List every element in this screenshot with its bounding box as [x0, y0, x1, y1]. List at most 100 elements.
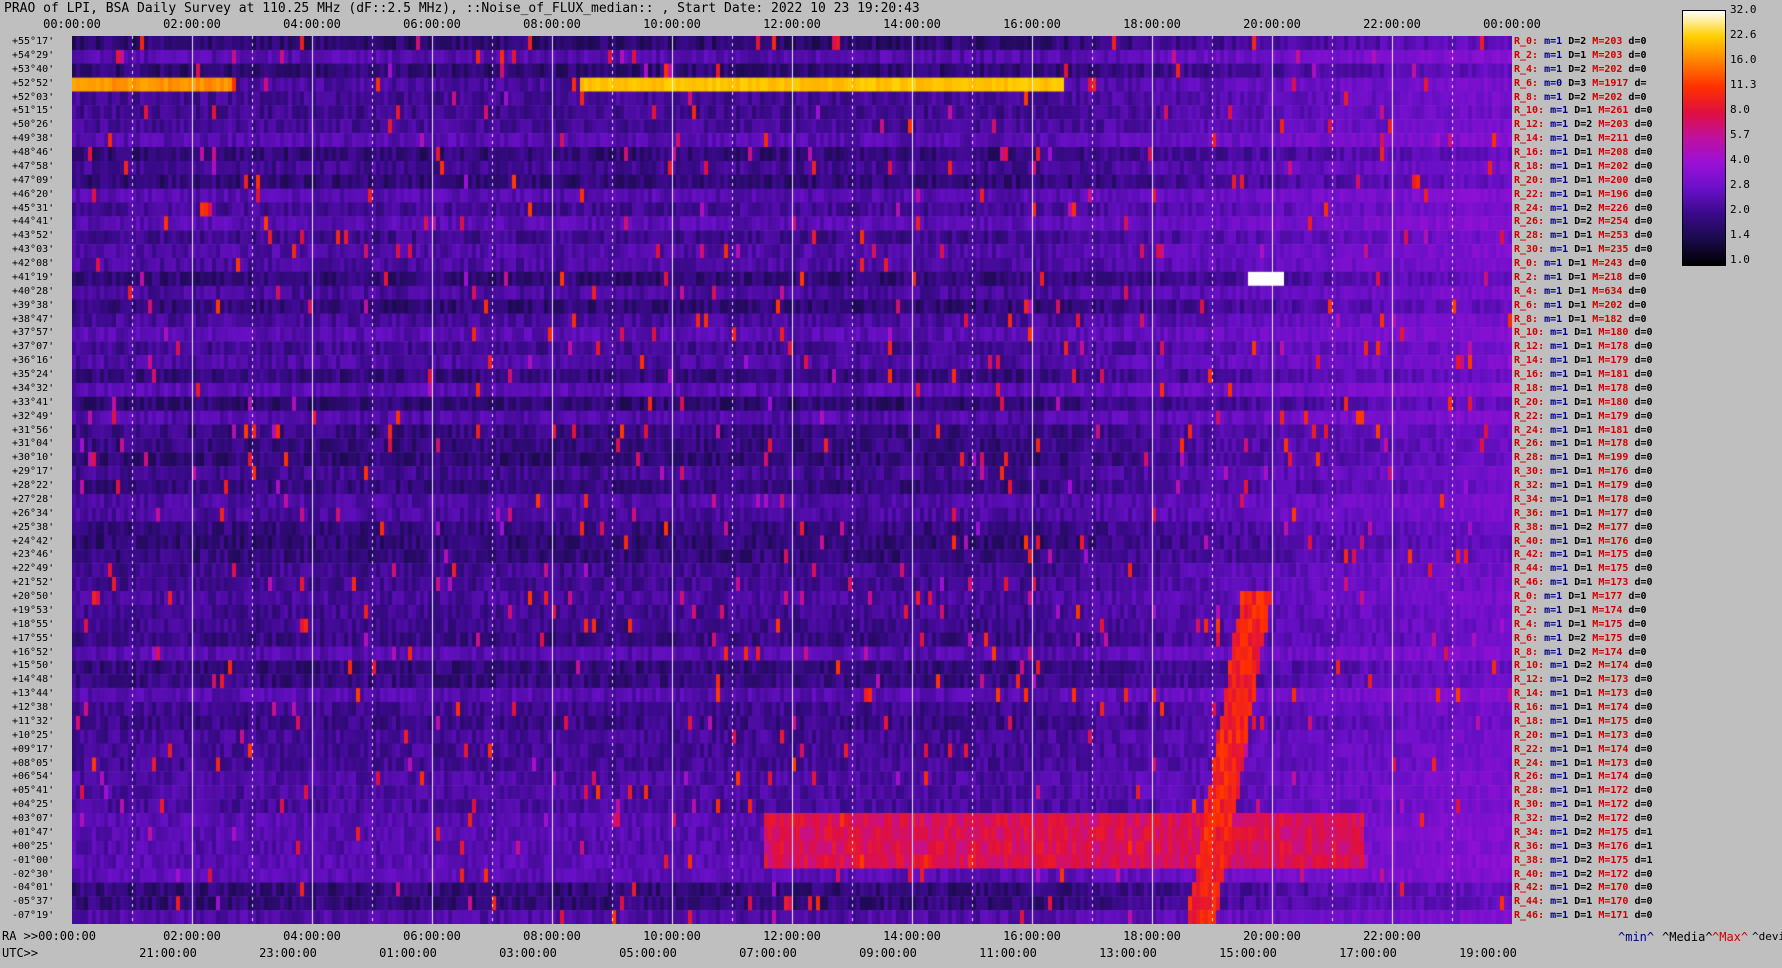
x-tick-ra: 16:00:00 [1003, 929, 1061, 943]
y-tick-dec: +38°47' [12, 313, 55, 325]
x-tick-top: 08:00:00 [523, 17, 581, 31]
colorbar-tick: 5.7 [1730, 128, 1750, 141]
row-stat: R_38: m=1 D=2 M=175 d=1 [1514, 854, 1653, 866]
y-tick-dec: +35°24' [12, 369, 55, 380]
row-stat: R_22: m=1 D=1 M=179 d=0 [1514, 410, 1653, 422]
x-tick-ra: RA >>00:00:00 [2, 929, 96, 943]
x-tick-ra: 22:00:00 [1363, 929, 1421, 943]
row-stat: R_12: m=1 D=2 M=173 d=0 [1514, 674, 1653, 686]
row-stat: R_26: m=1 D=2 M=254 d=0 [1514, 216, 1653, 228]
y-tick-dec: +28°22' [12, 480, 55, 491]
y-tick-dec: +37°07' [12, 341, 55, 353]
row-stat: R_44: m=1 D=1 M=175 d=0 [1514, 563, 1653, 575]
row-stat: R_36: m=1 D=1 M=177 d=0 [1514, 507, 1653, 519]
row-stat: R_28: m=1 D=1 M=172 d=0 [1514, 785, 1653, 797]
y-tick-dec: +37°57' [12, 327, 55, 339]
y-tick-dec: +39°38' [12, 299, 55, 311]
x-tick-ra: 18:00:00 [1123, 929, 1181, 943]
y-tick-dec: +22°49' [12, 563, 55, 575]
row-stat: R_24: m=1 D=1 M=173 d=0 [1514, 757, 1653, 769]
y-tick-dec: +09°17' [12, 743, 55, 755]
legend-median: ^Media^ [1662, 930, 1713, 944]
y-tick-dec: +32°49' [12, 410, 55, 422]
colorbar-tick: 22.6 [1730, 28, 1757, 41]
y-tick-dec: -05°37' [12, 896, 55, 908]
x-tick-top: 22:00:00 [1363, 17, 1421, 31]
x-tick-top: 10:00:00 [643, 17, 701, 31]
y-tick-dec: +29°17' [12, 466, 55, 478]
x-tick-utc: UTC>> [2, 946, 39, 960]
legend-min: ^min^ [1618, 930, 1655, 944]
row-stat: R_12: m=1 D=1 M=178 d=0 [1514, 341, 1653, 353]
row-stat: R_6: m=0 D=3 M=1917 d= [1514, 77, 1647, 89]
row-stat: R_2: m=1 D=1 M=174 d=0 [1514, 604, 1647, 616]
y-tick-dec: +41°19' [12, 271, 55, 283]
row-stat: R_10: m=1 D=1 M=261 d=0 [1514, 105, 1653, 117]
x-tick-utc: 15:00:00 [1219, 946, 1277, 960]
x-tick-ra: 08:00:00 [523, 929, 581, 943]
colorbar-tick: 32.0 [1730, 3, 1757, 16]
y-tick-dec: +49°38' [12, 133, 55, 145]
colorbar-tick: 8.0 [1730, 103, 1750, 116]
x-tick-utc: 17:00:00 [1339, 946, 1397, 960]
row-stat: R_26: m=1 D=1 M=178 d=0 [1514, 438, 1653, 450]
x-tick-utc: 13:00:00 [1099, 946, 1157, 960]
y-tick-dec: +04°25' [12, 799, 55, 811]
row-stat: R_0: m=1 D=1 M=243 d=0 [1514, 258, 1647, 269]
row-stat: R_8: m=1 D=1 M=182 d=0 [1514, 313, 1647, 325]
x-tick-top: 02:00:00 [163, 17, 221, 31]
row-stat: R_2: m=1 D=1 M=203 d=0 [1514, 49, 1647, 61]
y-tick-dec: +33°41' [12, 396, 55, 408]
row-stat: R_18: m=1 D=1 M=175 d=0 [1514, 715, 1653, 727]
x-tick-top: 00:00:00 [1483, 17, 1541, 31]
colorbar-tick: 2.0 [1730, 203, 1750, 216]
colorbar-tick: 1.4 [1730, 228, 1750, 241]
row-stat: R_42: m=1 D=1 M=175 d=0 [1514, 549, 1653, 561]
row-stat: R_26: m=1 D=1 M=174 d=0 [1514, 771, 1653, 783]
x-tick-ra: 14:00:00 [883, 929, 941, 943]
y-tick-dec: -01°00' [12, 854, 55, 866]
y-tick-dec: +25°38' [12, 521, 55, 533]
y-tick-dec: +11°32' [12, 715, 55, 727]
row-stat: R_4: m=1 D=1 M=175 d=0 [1514, 618, 1647, 630]
y-tick-dec: -04°01' [12, 882, 55, 894]
row-stat: R_6: m=1 D=2 M=175 d=0 [1514, 632, 1647, 644]
x-tick-utc: 01:00:00 [379, 946, 437, 960]
row-stat: R_14: m=1 D=1 M=179 d=0 [1514, 355, 1653, 367]
chart-title: PRAO of LPI, BSA Daily Survey at 110.25 … [4, 1, 920, 16]
colorbar [1682, 10, 1726, 266]
row-stat: R_12: m=1 D=2 M=203 d=0 [1514, 119, 1653, 131]
row-stat: R_18: m=1 D=1 M=178 d=0 [1514, 382, 1653, 394]
y-tick-dec: +44°41' [12, 216, 55, 228]
y-tick-dec: +08°05' [12, 757, 55, 769]
x-tick-ra: 10:00:00 [643, 929, 701, 943]
colorbar-tick: 1.0 [1730, 253, 1750, 266]
y-tick-dec: +15°50' [12, 660, 55, 672]
x-tick-utc: 09:00:00 [859, 946, 917, 960]
x-tick-top: 16:00:00 [1003, 17, 1061, 31]
y-tick-dec: +47°58' [12, 160, 55, 172]
y-tick-dec: +36°16' [12, 355, 55, 367]
row-stat: R_40: m=1 D=2 M=172 d=0 [1514, 868, 1653, 880]
row-stat: R_20: m=1 D=1 M=180 d=0 [1514, 396, 1653, 408]
legend-dev: ^devia^ [1752, 930, 1782, 943]
x-tick-top: 12:00:00 [763, 17, 821, 31]
y-tick-dec: +24°42' [12, 535, 55, 547]
row-stat: R_20: m=1 D=1 M=173 d=0 [1514, 729, 1653, 741]
y-tick-dec: +43°52' [12, 230, 55, 242]
row-stat: R_0: m=1 D=1 M=177 d=0 [1514, 591, 1647, 602]
y-tick-dec: +10°25' [12, 729, 55, 741]
row-stat: R_38: m=1 D=2 M=177 d=0 [1514, 521, 1653, 533]
y-tick-dec: +48°46' [12, 147, 55, 158]
y-tick-dec: +50°26' [12, 119, 55, 131]
colorbar-tick: 11.3 [1730, 78, 1757, 91]
row-stat: R_34: m=1 D=1 M=178 d=0 [1514, 493, 1653, 505]
row-stat: R_22: m=1 D=1 M=174 d=0 [1514, 743, 1653, 755]
y-tick-dec: +17°55' [12, 632, 55, 644]
y-tick-dec: +40°28' [12, 285, 55, 297]
row-stat: R_4: m=1 D=1 M=634 d=0 [1514, 285, 1647, 297]
row-stat: R_34: m=1 D=2 M=175 d=1 [1514, 826, 1653, 838]
row-stat: R_30: m=1 D=1 M=235 d=0 [1514, 244, 1653, 256]
y-tick-dec: +26°34' [12, 507, 55, 519]
x-tick-ra: 02:00:00 [163, 929, 221, 943]
